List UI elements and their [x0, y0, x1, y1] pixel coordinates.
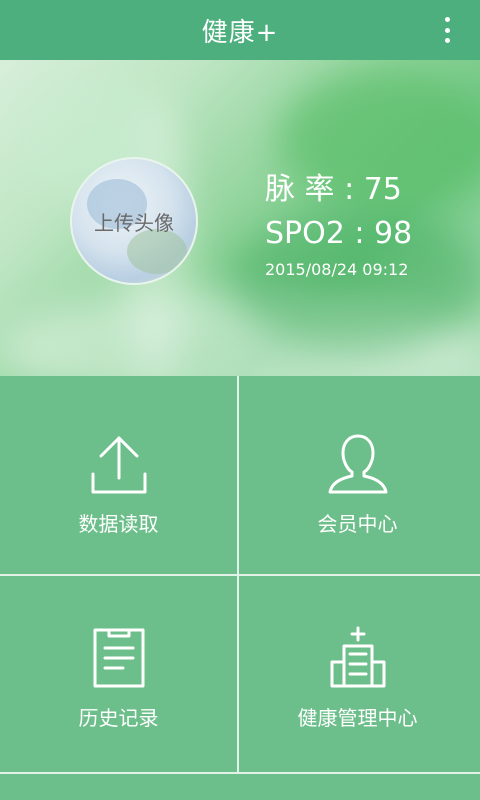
menu-dot [444, 27, 450, 33]
vital-readings: 脉 率 : 75 SPO2 : 98 2015/08/24 09:12 [265, 168, 412, 279]
top-bar: 健康+ [0, 0, 480, 60]
pulse-reading: 脉 率 : 75 [265, 172, 402, 207]
tile-data-read[interactable]: 数据读取 [0, 376, 237, 574]
spo2-reading: SPO2 : 98 [265, 216, 413, 251]
tile-label: 历史记录 [78, 706, 159, 730]
feature-grid: 数据读取 会员中心 历史记录 健康管理中心 [0, 376, 480, 800]
upload-icon [91, 436, 146, 494]
tile-member-center[interactable]: 会员中心 [239, 376, 476, 574]
tile-health-management[interactable]: 健康管理中心 [239, 576, 476, 774]
app-root: 健康+ 上传头像 脉 率 : 75 SPO2 : 98 2015/08/24 0… [0, 0, 480, 800]
tile-label: 会员中心 [317, 512, 398, 536]
tile-label: 数据读取 [78, 512, 159, 536]
more-vertical-icon[interactable] [442, 17, 452, 43]
app-title: 健康+ [201, 17, 279, 48]
profile-banner: 上传头像 脉 率 : 75 SPO2 : 98 2015/08/24 09:12 [0, 60, 480, 376]
user-icon [328, 434, 387, 494]
avatar-label: 上传头像 [94, 210, 174, 235]
avatar-upload-button[interactable]: 上传头像 [70, 157, 198, 285]
menu-dot [444, 17, 450, 22]
hospital-icon [330, 626, 385, 688]
reading-timestamp: 2015/08/24 09:12 [265, 260, 409, 279]
tile-history[interactable]: 历史记录 [0, 576, 237, 774]
menu-dot [444, 38, 450, 43]
tile-label: 健康管理中心 [297, 706, 418, 730]
clipboard-icon [93, 628, 144, 688]
